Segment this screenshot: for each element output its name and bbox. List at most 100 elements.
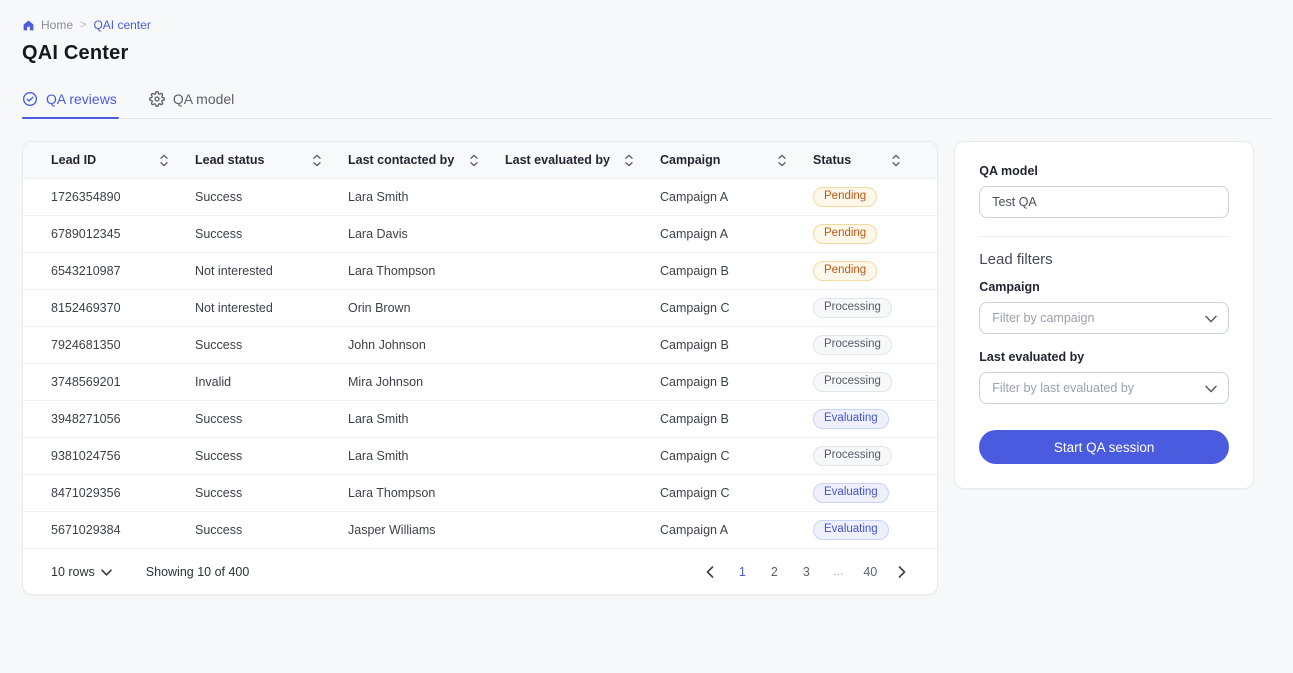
start-qa-session-button[interactable]: Start QA session	[979, 430, 1229, 464]
pagination: 1 2 3 … 40	[697, 559, 915, 585]
column-header-last-evaluated-by: Last evaluated by	[505, 153, 660, 167]
pagination-ellipsis: …	[832, 565, 844, 578]
cell-lead-id: 9381024756	[51, 449, 121, 463]
tab-qa-reviews[interactable]: QA reviews	[22, 91, 119, 119]
evaluated-filter-placeholder: Filter by last evaluated by	[992, 381, 1135, 395]
cell-campaign: Campaign C	[660, 486, 730, 500]
cell-last-contacted-by: Orin Brown	[348, 301, 411, 315]
lead-filters-title: Lead filters	[979, 251, 1053, 268]
breadcrumb-current[interactable]: QAI center	[93, 18, 150, 32]
breadcrumb-home-label: Home	[41, 18, 74, 32]
tab-qa-model-label: QA model	[172, 91, 235, 107]
cell-campaign: Campaign B	[660, 412, 729, 426]
page-number-button[interactable]: 2	[761, 559, 787, 585]
status-badge: Pending	[813, 223, 878, 245]
cell-campaign: Campaign A	[660, 523, 729, 537]
cell-lead-status: Success	[195, 523, 243, 537]
status-badge: Processing	[813, 445, 892, 467]
breadcrumb-separator: >	[80, 19, 87, 31]
cell-lead-status: Success	[195, 486, 243, 500]
table-row[interactable]: 3948271056 Success Lara Smith Campaign B…	[23, 401, 938, 438]
column-header-lead-id: Lead ID	[51, 153, 195, 167]
status-badge: Pending	[813, 186, 878, 208]
table-footer: 10 rows Showing 10 of 400 1 2 3 … 40	[23, 549, 938, 594]
previous-page-button[interactable]	[697, 559, 723, 585]
table-row[interactable]: 1726354890 Success Lara Smith Campaign A…	[23, 179, 938, 216]
cell-status: Processing	[813, 371, 927, 393]
cell-lead-id: 5671029384	[51, 523, 121, 537]
breadcrumb: Home > QAI center	[22, 18, 1254, 32]
sort-icon[interactable]	[469, 154, 479, 167]
showing-count: Showing 10 of 400	[145, 564, 250, 579]
sort-icon[interactable]	[312, 154, 322, 167]
evaluated-filter-select[interactable]: Filter by last evaluated by	[979, 372, 1229, 404]
cell-status: Pending	[813, 260, 927, 282]
campaign-filter-label: Campaign	[979, 280, 1040, 294]
table-row[interactable]: 5671029384 Success Jasper Williams Campa…	[23, 512, 938, 549]
breadcrumb-home-link[interactable]: Home	[22, 18, 73, 32]
status-badge: Evaluating	[813, 519, 889, 541]
sort-icon[interactable]	[777, 154, 787, 167]
cell-lead-id: 7924681350	[51, 338, 121, 352]
chevron-down-icon	[1205, 381, 1217, 396]
cell-status: Evaluating	[813, 519, 927, 541]
tab-qa-model[interactable]: QA model	[148, 91, 236, 118]
cell-campaign: Campaign A	[660, 227, 729, 241]
qa-model-input[interactable]	[979, 186, 1229, 218]
page-number-button[interactable]: 3	[793, 559, 819, 585]
sort-icon[interactable]	[624, 154, 634, 167]
cell-campaign: Campaign B	[660, 264, 729, 278]
cell-campaign: Campaign B	[660, 375, 729, 389]
cell-lead-status: Invalid	[195, 375, 232, 389]
cell-lead-status: Success	[195, 338, 243, 352]
cell-lead-status: Success	[195, 227, 243, 241]
table-row[interactable]: 3748569201 Invalid Mira Johnson Campaign…	[23, 364, 938, 401]
cell-lead-status: Success	[195, 190, 243, 204]
table-row[interactable]: 7924681350 Success John Johnson Campaign…	[23, 327, 938, 364]
cell-last-contacted-by: Lara Davis	[348, 227, 408, 241]
table-row[interactable]: 9381024756 Success Lara Smith Campaign C…	[23, 438, 938, 475]
column-header-campaign: Campaign	[660, 153, 813, 167]
rows-per-page-select[interactable]: 10 rows	[51, 565, 112, 579]
page-number-button[interactable]: 1	[729, 559, 755, 585]
cell-status: Pending	[813, 223, 927, 245]
cell-lead-status: Success	[195, 449, 243, 463]
cell-campaign: Campaign C	[660, 449, 730, 463]
cell-status: Evaluating	[813, 408, 927, 430]
cell-lead-id: 3748569201	[51, 375, 121, 389]
cell-last-contacted-by: Lara Thompson	[348, 264, 436, 278]
cell-lead-id: 3948271056	[51, 412, 121, 426]
cell-last-contacted-by: Jasper Williams	[348, 523, 436, 537]
qa-model-label: QA model	[979, 164, 1038, 178]
campaign-filter-placeholder: Filter by campaign	[992, 311, 1095, 325]
cell-last-contacted-by: Mira Johnson	[348, 375, 424, 389]
cell-status: Processing	[813, 445, 927, 467]
table-row[interactable]: 6789012345 Success Lara Davis Campaign A…	[23, 216, 938, 253]
next-page-button[interactable]	[889, 559, 915, 585]
evaluated-filter-label: Last evaluated by	[979, 350, 1085, 364]
cell-lead-id: 1726354890	[51, 190, 121, 204]
cell-last-contacted-by: Lara Smith	[348, 190, 409, 204]
table-row[interactable]: 6543210987 Not interested Lara Thompson …	[23, 253, 938, 290]
qai-center-page: Home > QAI center QAI Center QA reviews …	[0, 0, 1274, 595]
status-badge: Processing	[813, 371, 892, 393]
table-row[interactable]: 8152469370 Not interested Orin Brown Cam…	[23, 290, 938, 327]
panel-divider	[979, 236, 1229, 237]
cell-last-contacted-by: Lara Smith	[348, 412, 409, 426]
table-body: 1726354890 Success Lara Smith Campaign A…	[23, 179, 938, 549]
home-icon	[22, 19, 35, 32]
status-badge: Pending	[813, 260, 878, 282]
page-title: QAI Center	[22, 42, 129, 64]
page-number-button[interactable]: 40	[857, 559, 883, 585]
leads-table: Lead ID Lead status Last contacted by La…	[22, 141, 939, 595]
table-row[interactable]: 8471029356 Success Lara Thompson Campaig…	[23, 475, 938, 512]
sort-icon[interactable]	[891, 154, 901, 167]
campaign-filter-select[interactable]: Filter by campaign	[979, 302, 1229, 334]
cell-status: Evaluating	[813, 482, 927, 504]
sort-icon[interactable]	[159, 154, 169, 167]
column-header-lead-status: Lead status	[195, 153, 348, 167]
gear-icon	[148, 91, 165, 107]
cell-lead-id: 8152469370	[51, 301, 121, 315]
chevron-down-icon	[1205, 311, 1217, 326]
status-badge: Processing	[813, 334, 892, 356]
